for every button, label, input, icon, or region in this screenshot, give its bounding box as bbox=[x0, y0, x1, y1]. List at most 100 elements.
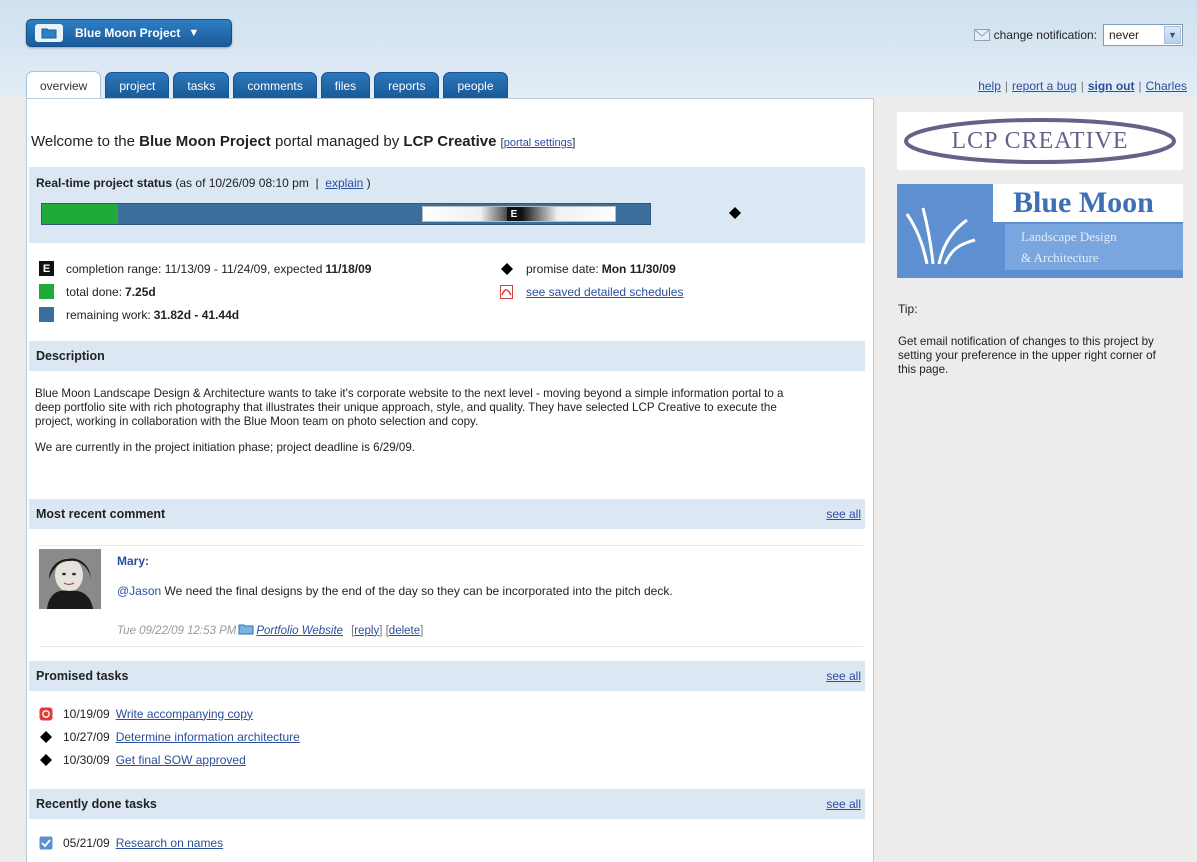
user-link[interactable]: Charles bbox=[1146, 79, 1187, 93]
notification-select-value: never bbox=[1109, 28, 1140, 42]
right-sidebar: LCP CREATIVE Blue Moon Landscape Design … bbox=[875, 98, 1197, 862]
status-as-of-prefix: (as of bbox=[175, 176, 209, 190]
expected-e-icon: E bbox=[39, 261, 54, 276]
main-panel: Welcome to the Blue Moon Project portal … bbox=[26, 98, 874, 862]
portal-settings-link[interactable]: portal settings bbox=[504, 137, 572, 149]
description-title: Description bbox=[36, 349, 105, 363]
comment-author[interactable]: Mary: bbox=[117, 554, 149, 568]
checkbox-checked-icon bbox=[39, 836, 53, 850]
client-logo: Blue Moon Landscape Design & Architectur… bbox=[897, 184, 1183, 278]
welcome-project-name: Blue Moon Project bbox=[139, 133, 271, 150]
comment-section-title: Most recent comment bbox=[36, 507, 166, 521]
done-swatch bbox=[39, 284, 54, 299]
tab-files[interactable]: files bbox=[320, 72, 371, 98]
diamond-icon bbox=[39, 730, 53, 744]
task-date: 05/21/09 bbox=[63, 835, 110, 850]
client-logo-line1: Landscape Design bbox=[1021, 229, 1117, 244]
welcome-heading: Welcome to the Blue Moon Project portal … bbox=[31, 133, 576, 150]
tip-label: Tip: bbox=[898, 302, 918, 316]
description-body: Blue Moon Landscape Design & Architectur… bbox=[35, 387, 795, 467]
recent-comment: Mary: @Jason We need the final designs b… bbox=[39, 545, 863, 647]
chevron-down-icon: ▼ bbox=[188, 27, 200, 39]
legend-completion-range: E completion range: 11/13/09 - 11/24/09,… bbox=[39, 257, 859, 280]
status-legend: E completion range: 11/13/09 - 11/24/09,… bbox=[39, 257, 859, 326]
list-item: 10/19/09 Write accompanying copy bbox=[39, 702, 300, 725]
grass-logo-icon bbox=[905, 207, 976, 265]
list-item: 05/21/09 Research on names bbox=[39, 831, 223, 854]
client-logo-line2: & Architecture bbox=[1021, 250, 1099, 265]
total-done-value: 7.25d bbox=[125, 284, 156, 299]
comment-header: Most recent comment see all bbox=[29, 499, 865, 529]
saved-schedules-link[interactable]: see saved detailed schedules bbox=[526, 285, 683, 299]
comment-text: We need the final designs by the end of … bbox=[161, 584, 673, 598]
sign-out-link[interactable]: sign out bbox=[1088, 79, 1135, 93]
task-link[interactable]: Write accompanying copy bbox=[116, 707, 253, 721]
completion-range-text: completion range: 11/13/09 - 11/24/09, e… bbox=[66, 261, 323, 276]
tab-tasks[interactable]: tasks bbox=[173, 72, 230, 98]
explain-link[interactable]: explain bbox=[325, 176, 363, 190]
description-header: Description bbox=[29, 341, 865, 371]
tab-reports[interactable]: reports bbox=[374, 72, 440, 98]
main-tabs: overview project tasks comments files re… bbox=[26, 71, 508, 99]
overdue-alert-icon bbox=[39, 707, 53, 721]
comment-delete-link[interactable]: delete bbox=[389, 625, 420, 637]
mail-icon bbox=[973, 29, 990, 41]
completion-expected: 11/18/09 bbox=[325, 261, 372, 276]
comment-body: @Jason We need the final designs by the … bbox=[117, 584, 673, 598]
legend-remaining: remaining work: 31.82d - 41.44d bbox=[39, 303, 859, 326]
promised-tasks-title: Promised tasks bbox=[36, 669, 129, 683]
comment-project-link[interactable]: Portfolio Website bbox=[256, 625, 343, 637]
recent-see-all-link[interactable]: see all bbox=[826, 797, 861, 811]
pdf-icon bbox=[499, 284, 514, 299]
comment-timestamp: Tue 09/22/09 12:53 PM bbox=[117, 624, 237, 637]
tab-comments[interactable]: comments bbox=[233, 72, 317, 98]
notification-label: change notification: bbox=[993, 28, 1097, 42]
description-paragraph-2: We are currently in the project initiati… bbox=[35, 441, 416, 454]
project-switcher-label: Blue Moon Project bbox=[75, 26, 181, 40]
top-bar: Blue Moon Project ▼ change notification:… bbox=[0, 0, 1197, 100]
tip-text: Get email notification of changes to thi… bbox=[898, 335, 1156, 376]
task-link[interactable]: Research on names bbox=[116, 836, 223, 850]
notification-select[interactable]: never ▼ bbox=[1103, 24, 1183, 46]
lcp-logo-text: LCP CREATIVE bbox=[951, 127, 1129, 154]
recent-tasks-title: Recently done tasks bbox=[36, 797, 157, 811]
tab-project[interactable]: project bbox=[105, 72, 170, 98]
description-paragraph-1: Blue Moon Landscape Design & Architectur… bbox=[35, 387, 784, 428]
comment-mention[interactable]: @Jason bbox=[117, 584, 161, 598]
notification-preference: change notification: never ▼ bbox=[973, 24, 1183, 46]
diamond-icon bbox=[499, 261, 514, 276]
legend-promise-date: promise date: Mon 11/30/09 bbox=[499, 257, 683, 280]
client-logo-title: Blue Moon bbox=[993, 184, 1183, 222]
welcome-middle: portal managed by bbox=[270, 133, 404, 150]
comments-see-all-link[interactable]: see all bbox=[826, 507, 861, 521]
comment-reply-link[interactable]: reply bbox=[354, 625, 379, 637]
progress-bar: E bbox=[41, 203, 651, 225]
dropdown-arrow-icon[interactable]: ▼ bbox=[1164, 26, 1181, 44]
remaining-swatch bbox=[39, 307, 54, 322]
remaining-value: 31.82d - 41.44d bbox=[153, 307, 240, 322]
welcome-company-name: LCP Creative bbox=[403, 133, 497, 150]
status-title: Real-time project status bbox=[36, 176, 173, 190]
help-link[interactable]: help bbox=[978, 79, 1001, 93]
recent-tasks-header: Recently done tasks see all bbox=[29, 789, 865, 819]
welcome-prefix: Welcome to the bbox=[31, 133, 140, 150]
task-date: 10/27/09 bbox=[63, 729, 110, 744]
promised-see-all-link[interactable]: see all bbox=[826, 669, 861, 683]
tab-overview[interactable]: overview bbox=[26, 71, 102, 99]
project-status-panel: Real-time project status (as of 10/26/09… bbox=[29, 167, 865, 243]
task-date: 10/30/09 bbox=[63, 752, 110, 767]
legend-total-done: total done: 7.25d bbox=[39, 280, 859, 303]
report-bug-link[interactable]: report a bug bbox=[1012, 79, 1077, 93]
recent-tasks-list: 05/21/09 Research on names bbox=[39, 831, 223, 854]
expected-marker-icon: E bbox=[507, 207, 521, 221]
list-item: 10/30/09 Get final SOW approved bbox=[39, 748, 300, 771]
remaining-label: remaining work: bbox=[66, 307, 151, 322]
task-link[interactable]: Get final SOW approved bbox=[116, 753, 246, 767]
folder-icon bbox=[35, 24, 63, 42]
tab-people[interactable]: people bbox=[443, 72, 508, 98]
progress-bar-done bbox=[42, 204, 118, 224]
task-link[interactable]: Determine information architecture bbox=[116, 730, 300, 744]
folder-icon bbox=[238, 623, 254, 638]
project-switcher-button[interactable]: Blue Moon Project ▼ bbox=[26, 19, 232, 47]
total-done-label: total done: bbox=[66, 284, 123, 299]
